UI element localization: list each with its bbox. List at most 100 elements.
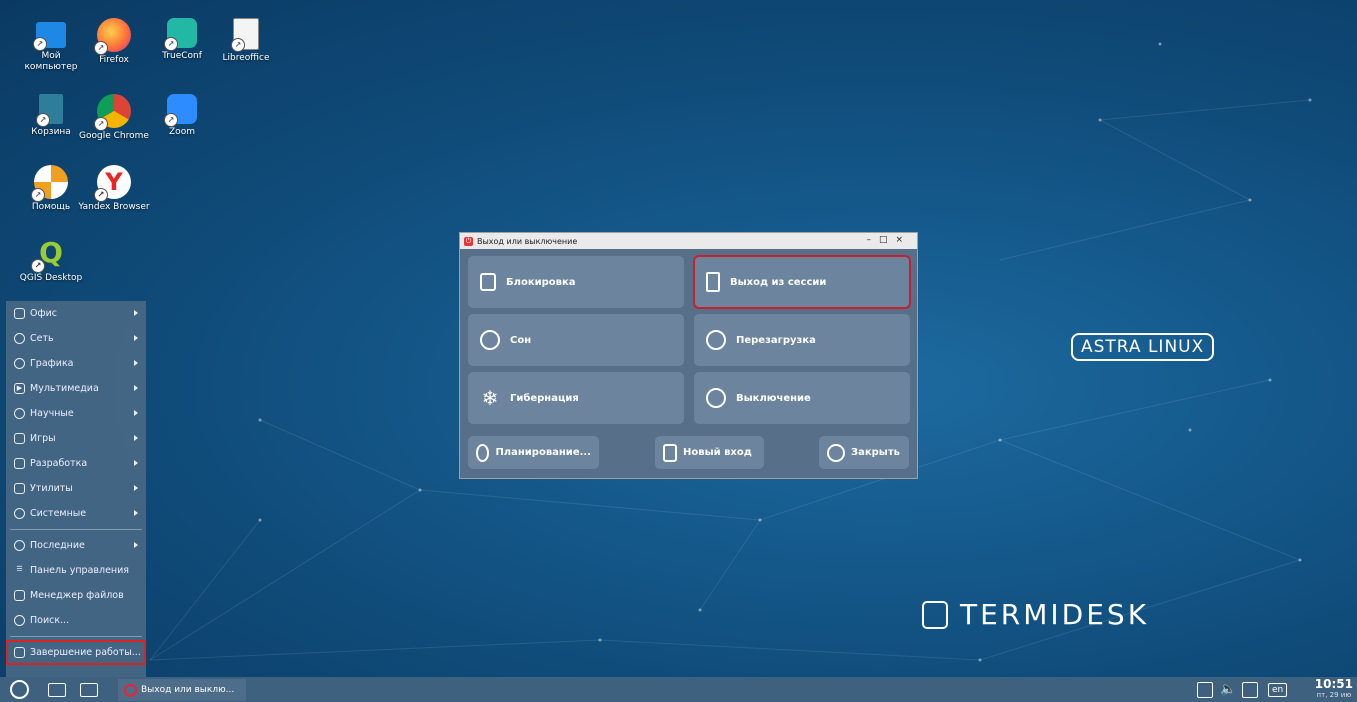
hibernate-button[interactable]: ❄ Гибернация: [468, 372, 684, 424]
maximize-icon[interactable]: □: [879, 235, 896, 245]
close-circle-icon: [827, 443, 845, 462]
menu-item-recent[interactable]: Последние: [6, 533, 146, 558]
termidesk-logo: TERMIDESK: [922, 598, 1149, 631]
menu-item-label: Поиск...: [30, 615, 70, 626]
desktop-icon-zoom[interactable]: ↗ Zoom: [146, 94, 218, 138]
menu-item-label: Сеть: [30, 333, 54, 344]
chevron-up-icon: [1197, 681, 1213, 698]
network-button[interactable]: [1242, 680, 1258, 699]
keyboard-layout-indicator: en: [1268, 682, 1288, 697]
desktop-icon-trueconf[interactable]: ↗ TrueConf: [146, 18, 218, 62]
zoom-icon: ↗: [164, 94, 197, 127]
desktop-icon-qgis[interactable]: Q ↗ QGIS Desktop: [15, 236, 87, 284]
menu-separator: [10, 636, 142, 637]
logout-icon: [14, 647, 25, 658]
menu-item-multimedia[interactable]: ▶ Мультимедиа: [6, 376, 146, 401]
clock[interactable]: 10:51 пт, 29 ию: [1314, 677, 1353, 701]
menu-item-graphics[interactable]: Графика: [6, 351, 146, 376]
close-icon[interactable]: ×: [895, 235, 911, 245]
poweroff-button-label: Выключение: [736, 392, 811, 404]
menu-item-search[interactable]: Поиск...: [6, 608, 146, 633]
menu-item-label: Утилиты: [30, 483, 73, 494]
qgis-icon: Q ↗: [31, 236, 68, 273]
menu-item-file-manager[interactable]: Менеджер файлов: [6, 583, 146, 608]
menu-item-label: Последние: [30, 540, 85, 551]
folder-icon: [80, 682, 98, 697]
sleep-button[interactable]: Сон: [468, 314, 684, 366]
menu-item-label: Разработка: [30, 458, 88, 469]
file-manager-icon: [14, 590, 25, 601]
clock-date: пт, 29 ию: [1316, 691, 1352, 699]
multimedia-icon: ▶: [14, 383, 25, 394]
desktop-icon-label: QGIS Desktop: [19, 273, 83, 283]
network-icon: [14, 333, 25, 344]
menu-item-network[interactable]: Сеть: [6, 326, 146, 351]
reboot-button-label: Перезагрузка: [736, 334, 816, 346]
desktop-icon-label: TrueConf: [162, 51, 202, 61]
reboot-button[interactable]: Перезагрузка: [694, 314, 910, 366]
utilities-icon: [14, 483, 25, 494]
power-icon: [124, 683, 137, 697]
development-icon: [14, 458, 25, 469]
tray-expand-button[interactable]: [1197, 680, 1213, 699]
new-login-button[interactable]: Новый вход: [655, 436, 764, 469]
close-button[interactable]: Закрыть: [819, 436, 909, 469]
games-icon: [14, 433, 25, 444]
menu-item-label: Научные: [30, 408, 74, 419]
menu-item-games[interactable]: Игры: [6, 426, 146, 451]
minimize-icon[interactable]: –: [866, 235, 879, 245]
schedule-button[interactable]: Планирование...: [468, 436, 599, 469]
menu-item-label: Завершение работы...: [30, 647, 141, 658]
menu-item-system[interactable]: Системные: [6, 501, 146, 526]
menu-item-office[interactable]: Офис: [6, 301, 146, 326]
termidesk-logo-text: TERMIDESK: [960, 598, 1150, 631]
desktop-icon-chrome[interactable]: ↗ Google Chrome: [78, 94, 150, 142]
logout-button-label: Выход из сессии: [730, 276, 827, 288]
lock-icon: [480, 273, 496, 291]
menu-item-development[interactable]: Разработка: [6, 451, 146, 476]
poweroff-button[interactable]: Выключение: [694, 372, 910, 424]
schedule-button-label: Планирование...: [495, 447, 591, 458]
logout-icon: [706, 272, 720, 292]
power-icon: ⏻: [464, 236, 473, 246]
menu-item-shutdown[interactable]: Завершение работы...: [6, 640, 146, 665]
submenu-arrow-icon: [134, 310, 138, 316]
desktop-icon-libreoffice[interactable]: ↗ Libreoffice: [210, 18, 282, 64]
clock-time: 10:51: [1314, 677, 1353, 691]
reboot-icon: [706, 330, 726, 350]
speaker-icon: 🔈: [1220, 682, 1237, 697]
sleep-icon: [480, 330, 500, 350]
window-controls: –□×: [866, 235, 911, 245]
desktops-button[interactable]: [48, 680, 66, 699]
desktop-icon-my-computer[interactable]: ↗ Мой компьютер: [15, 18, 87, 73]
menu-item-label: Мультимедиа: [30, 383, 99, 394]
menu-item-science[interactable]: Научные: [6, 401, 146, 426]
clock-icon: [476, 443, 490, 462]
desktop-icon-help[interactable]: ↗ Помощь: [15, 165, 87, 213]
start-button[interactable]: [10, 680, 29, 699]
desktop-icon-label: Libreoffice: [222, 53, 270, 63]
task-label: Выход или выклю...: [141, 685, 235, 695]
desktop-icon-firefox[interactable]: ↗ Firefox: [78, 18, 150, 66]
astra-linux-logo: ASTRA LINUX: [1071, 333, 1215, 361]
dialog-titlebar[interactable]: ⏻ Выход или выключение –□×: [460, 233, 917, 249]
menu-item-control-panel[interactable]: ☰ Панель управления: [6, 558, 146, 583]
search-icon: [14, 615, 25, 626]
dialog-title: Выход или выключение: [477, 236, 578, 246]
file-manager-taskbar-button[interactable]: [80, 680, 98, 699]
lock-button[interactable]: Блокировка: [468, 256, 684, 308]
desktop-icon-yandex-browser[interactable]: Y ↗ Yandex Browser: [78, 165, 150, 213]
start-star-icon: [10, 680, 29, 699]
desktop-icon-label: Мой компьютер: [24, 51, 78, 72]
computer-icon: ↗: [33, 22, 66, 51]
logout-button[interactable]: Выход из сессии: [693, 255, 911, 309]
desktop-icon-trash[interactable]: ↗ Корзина: [15, 94, 87, 138]
desktop-icon-label: Zoom: [169, 127, 195, 137]
task-logout-dialog[interactable]: Выход или выклю...: [118, 679, 246, 701]
submenu-arrow-icon: [134, 360, 138, 366]
menu-item-utilities[interactable]: Утилиты: [6, 476, 146, 501]
menu-item-label: Офис: [30, 308, 57, 319]
volume-button[interactable]: 🔈: [1220, 680, 1236, 699]
submenu-arrow-icon: [134, 485, 138, 491]
keyboard-layout-button[interactable]: en: [1268, 680, 1288, 699]
